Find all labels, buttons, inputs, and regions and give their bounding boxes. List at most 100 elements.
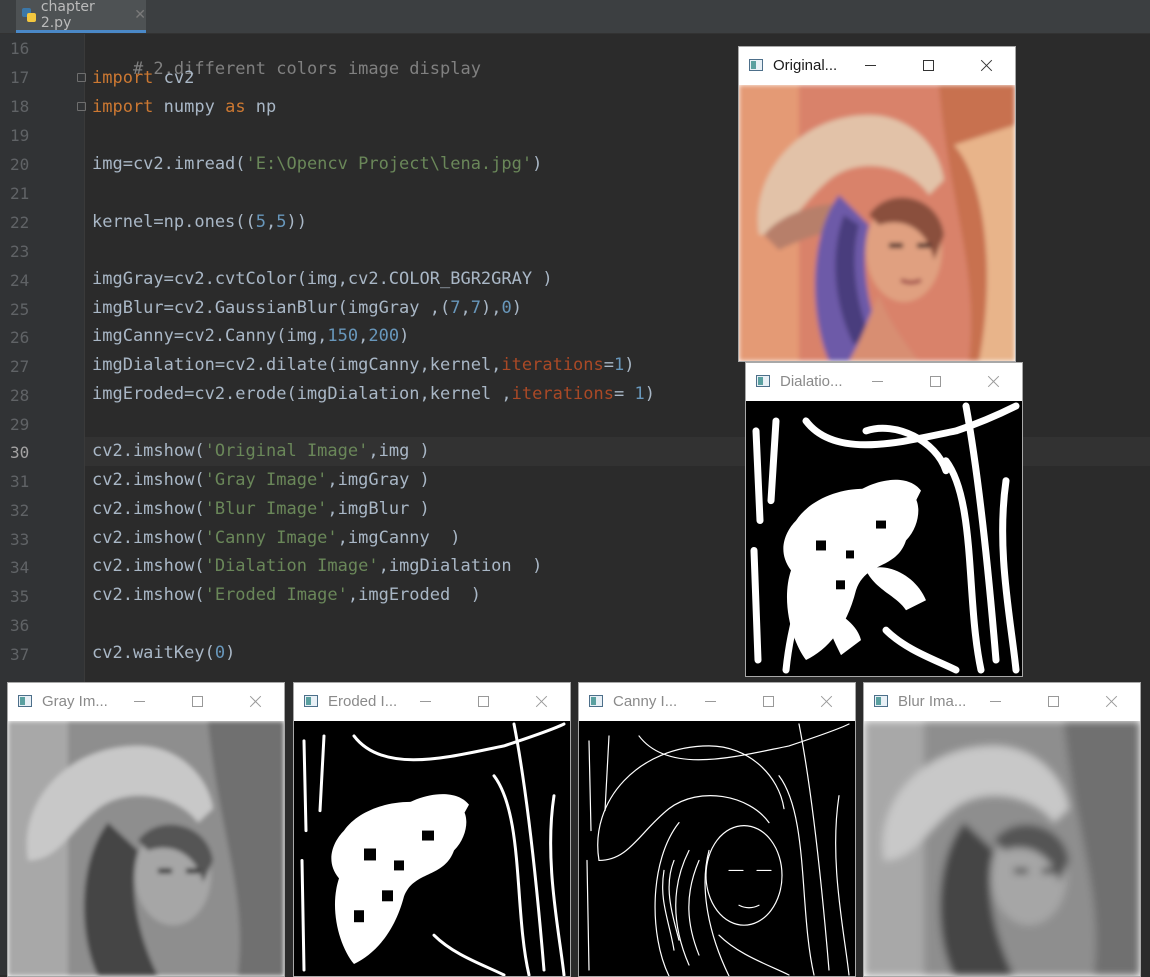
code-line-30: cv2.imshow('Original Image',img ) xyxy=(92,441,430,461)
code-line-32: cv2.imshow('Blur Image',imgBlur ) xyxy=(92,499,430,519)
maximize-icon[interactable] xyxy=(168,683,226,720)
code-text: cv2.imshow( xyxy=(92,556,205,576)
code-text: cv2.imshow( xyxy=(92,499,205,519)
window-titlebar[interactable]: Canny I... xyxy=(579,683,855,720)
line-number: 25 xyxy=(10,300,30,319)
code-number: 0 xyxy=(214,643,226,663)
close-tab-icon[interactable]: ✕ xyxy=(134,7,146,23)
window-titlebar[interactable]: Original... xyxy=(739,47,1015,84)
window-eroded-image[interactable]: Eroded I... xyxy=(293,682,571,977)
line-number: 26 xyxy=(10,328,30,347)
code-param: iterations xyxy=(501,355,604,375)
line-number: 33 xyxy=(10,530,30,549)
code-text: ,imgDialation ) xyxy=(378,556,543,576)
line-number: 31 xyxy=(10,472,30,491)
code-text: ,imgBlur ) xyxy=(327,499,430,519)
minimize-icon[interactable] xyxy=(681,683,739,720)
window-titlebar[interactable]: Dialatio... xyxy=(746,363,1022,400)
eroded-image xyxy=(294,721,570,976)
maximize-icon[interactable] xyxy=(739,683,797,720)
code-param: iterations xyxy=(511,384,614,404)
code-number: 7 xyxy=(450,298,461,318)
minimize-icon[interactable] xyxy=(848,363,906,400)
original-image xyxy=(739,85,1015,361)
maximize-icon[interactable] xyxy=(899,47,957,84)
close-icon[interactable] xyxy=(797,683,855,720)
code-text: ) xyxy=(225,643,236,663)
code-text: np xyxy=(245,97,277,117)
code-number: 200 xyxy=(368,326,400,346)
line-number: 37 xyxy=(10,645,30,664)
code-text: imgGray=cv2.cvtColor(img,cv2.COLOR_BGR2G… xyxy=(92,269,553,289)
code-line-31: cv2.imshow('Gray Image',imgGray ) xyxy=(92,470,430,490)
maximize-icon[interactable] xyxy=(906,363,964,400)
line-number: 35 xyxy=(10,587,30,606)
line-number-current: 30 xyxy=(10,443,30,462)
code-line-17: import cv2 xyxy=(92,68,194,88)
line-number: 36 xyxy=(10,616,30,635)
window-title: Canny I... xyxy=(613,693,678,710)
code-line-37: cv2.waitKey(0) xyxy=(92,643,235,663)
line-number: 17 xyxy=(10,68,30,87)
close-icon[interactable] xyxy=(226,683,284,720)
code-text: ,imgCanny ) xyxy=(337,528,461,548)
code-text: ,imgEroded ) xyxy=(347,585,481,605)
code-text: ,imgGray ) xyxy=(327,470,430,490)
canny-image xyxy=(579,721,855,976)
close-icon[interactable] xyxy=(964,363,1022,400)
code-text: cv2.waitKey( xyxy=(92,643,215,663)
fold-marker-icon[interactable] xyxy=(77,73,86,82)
window-gray-image[interactable]: Gray Im... xyxy=(7,682,285,977)
fold-marker-icon[interactable] xyxy=(77,102,86,111)
line-number: 32 xyxy=(10,501,30,520)
window-dialation-image[interactable]: Dialatio... xyxy=(745,362,1023,677)
line-number: 28 xyxy=(10,386,30,405)
tab-chapter-2[interactable]: chapter 2.py ✕ xyxy=(16,0,146,33)
code-line-16: # 2.different colors image display xyxy=(92,39,481,79)
window-title: Eroded I... xyxy=(328,693,398,710)
code-line-28: imgEroded=cv2.erode(imgDialation,kernel … xyxy=(92,384,655,404)
window-canny-image[interactable]: Canny I... xyxy=(578,682,856,977)
line-number: 23 xyxy=(10,242,30,261)
code-line-20: img=cv2.imread('E:\Opencv Project\lena.j… xyxy=(92,154,542,174)
editor-tab-bar: chapter 2.py ✕ xyxy=(0,0,1150,34)
window-titlebar[interactable]: Blur Ima... xyxy=(864,683,1140,720)
code-keyword: import xyxy=(92,68,154,88)
minimize-icon[interactable] xyxy=(841,47,899,84)
window-titlebar[interactable]: Gray Im... xyxy=(8,683,284,720)
tab-label: chapter 2.py xyxy=(40,0,95,31)
minimize-icon[interactable] xyxy=(966,683,1024,720)
window-app-icon xyxy=(589,695,603,707)
window-titlebar[interactable]: Eroded I... xyxy=(294,683,570,720)
gray-image xyxy=(8,721,284,976)
code-line-34: cv2.imshow('Dialation Image',imgDialatio… xyxy=(92,556,542,576)
line-number: 34 xyxy=(10,558,30,577)
code-line-18: import numpy as np xyxy=(92,97,276,117)
blur-image xyxy=(864,721,1140,976)
code-number: 5 xyxy=(276,212,287,232)
code-text: cv2 xyxy=(153,68,195,88)
code-number: 1 xyxy=(614,355,625,375)
maximize-icon[interactable] xyxy=(1024,683,1082,720)
python-file-icon xyxy=(22,8,36,22)
line-number: 24 xyxy=(10,271,30,290)
window-blur-image[interactable]: Blur Ima... xyxy=(863,682,1141,977)
minimize-icon[interactable] xyxy=(110,683,168,720)
code-text: , xyxy=(266,212,277,232)
line-number: 21 xyxy=(10,184,30,203)
code-text: ) xyxy=(399,326,410,346)
code-string: 'Blur Image' xyxy=(204,499,328,519)
maximize-icon[interactable] xyxy=(454,683,512,720)
code-text: ) xyxy=(644,384,655,404)
code-line-35: cv2.imshow('Eroded Image',imgEroded ) xyxy=(92,585,481,605)
line-number: 20 xyxy=(10,155,30,174)
code-text: img=cv2.imread( xyxy=(92,154,246,174)
code-text: ), xyxy=(480,298,502,318)
window-app-icon xyxy=(874,695,888,707)
close-icon[interactable] xyxy=(957,47,1015,84)
minimize-icon[interactable] xyxy=(396,683,454,720)
close-icon[interactable] xyxy=(512,683,570,720)
window-original-image[interactable]: Original... xyxy=(738,46,1016,362)
code-text: imgBlur=cv2.GaussianBlur(imgGray ,( xyxy=(92,298,451,318)
close-icon[interactable] xyxy=(1082,683,1140,720)
